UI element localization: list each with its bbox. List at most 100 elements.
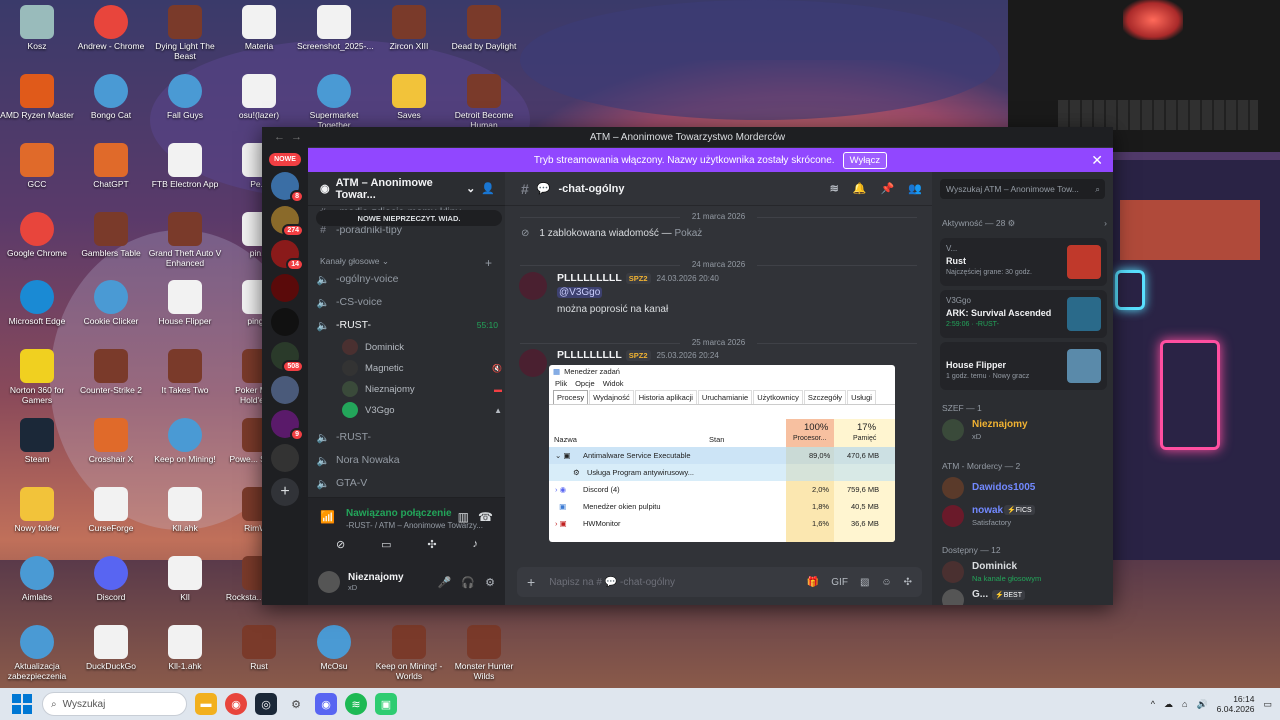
gif-icon[interactable]: GIF	[831, 577, 848, 588]
desktop-icon[interactable]: Cookie Clicker	[74, 280, 148, 327]
gear-icon[interactable]: ⚙	[485, 576, 495, 589]
desktop-icon[interactable]: Screenshot_2025-...	[297, 5, 374, 52]
desktop-icon[interactable]: Dead by Daylight	[447, 5, 521, 52]
desktop-icon[interactable]: Discord	[74, 556, 148, 603]
desktop-icon[interactable]: Crosshair X	[74, 418, 148, 465]
app-icon[interactable]: ▣	[375, 693, 397, 715]
desktop-icon[interactable]: Aktualizacja zabezpieczenia	[0, 625, 74, 682]
message-input[interactable]: + Napisz na # 💬 -chat-ogólny 🎁 GIF ▧ ☺ ✣	[517, 567, 922, 597]
screen-share-icon[interactable]: ▭	[381, 538, 391, 551]
voice-channel-active[interactable]: 🔈 -RUST- 55:10	[316, 315, 502, 335]
voice-channel[interactable]: 🔈 Nora Nowaka	[316, 450, 502, 470]
task-manager-screenshot[interactable]: ▦ Menedżer zadań Plik Opcje Widok Procesy Wy…	[549, 365, 895, 542]
avatar[interactable]	[519, 349, 547, 377]
voice-user[interactable]: V3Ggo ▲	[342, 400, 502, 420]
steam-icon[interactable]: ◎	[255, 693, 277, 715]
server-icon[interactable]: 274	[271, 206, 304, 237]
pin-icon[interactable]: 📌	[881, 182, 895, 195]
discord-window[interactable]: ←→ ATM – Anonimowe Towarzystwo Morderców…	[262, 127, 1113, 605]
search-input[interactable]: Wyszukaj ATM – Anonimowe Tow... ⌕	[940, 179, 1105, 199]
desktop-icon[interactable]: McOsu	[297, 625, 371, 672]
volume-icon[interactable]: 🔊	[1196, 699, 1207, 710]
member-item[interactable]: nowak ⚡FICS Satisfactory	[942, 502, 1107, 530]
headphones-icon[interactable]: 🎧	[461, 576, 475, 589]
desktop-icon[interactable]: Google Chrome	[0, 212, 74, 259]
sticker-icon[interactable]: ▧	[860, 577, 869, 588]
close-icon[interactable]: ✕	[1091, 152, 1103, 169]
desktop-icon[interactable]: ChatGPT	[74, 143, 148, 190]
desktop-icon[interactable]: Dying Light The Beast	[148, 5, 222, 62]
desktop-icon[interactable]: Keep on Mining!	[148, 418, 222, 465]
disable-streamer-mode-button[interactable]: Wyłącz	[842, 151, 888, 169]
unread-pill[interactable]: NOWE NIEPRZECZYT. WIAD.	[316, 210, 502, 226]
voice-channel[interactable]: 🔈 -RUST-	[316, 427, 502, 447]
desktop-icon[interactable]: Kll	[148, 556, 222, 603]
desktop-icon[interactable]: Detroit Become Human	[447, 74, 521, 131]
desktop-icon[interactable]: osu!(lazer)	[222, 74, 296, 121]
notification-icon[interactable]: ▭	[1263, 699, 1272, 710]
discord-icon[interactable]: ◉	[315, 693, 337, 715]
mention[interactable]: @V3Ggo	[557, 287, 603, 298]
desktop-icon[interactable]: Norton 360 for Gamers	[0, 349, 74, 406]
add-attachment-icon[interactable]: +	[527, 574, 535, 590]
desktop-icon[interactable]: GCC	[0, 143, 74, 190]
voice-category[interactable]: Kanały głosowe ⌄ +	[320, 256, 500, 270]
desktop-icon[interactable]: Materia	[222, 5, 296, 52]
server-icon[interactable]: 9	[271, 410, 304, 441]
desktop-icon[interactable]: Kll.ahk	[148, 487, 222, 534]
settings-icon[interactable]: ⚙	[285, 693, 307, 715]
avatar[interactable]	[519, 272, 547, 300]
voice-channel[interactable]: 🔈 -ogólny-voice	[316, 269, 502, 289]
member-item[interactable]: Nieznajomy xD	[942, 416, 1107, 444]
server-icon[interactable]: 14	[271, 240, 304, 271]
voice-user[interactable]: Nieznajomy ▬	[342, 379, 502, 399]
emoji-icon[interactable]: ☺	[881, 577, 891, 588]
activity-card[interactable]: V... Rust Najczęściej grane: 30 godz.	[940, 238, 1107, 286]
start-button[interactable]	[12, 694, 32, 714]
voice-user[interactable]: Magnetic 🔇	[342, 358, 502, 378]
chrome-icon[interactable]: ◉	[225, 693, 247, 715]
voice-user[interactable]: Dominick	[342, 337, 502, 357]
threads-icon[interactable]: ≋	[830, 182, 839, 195]
desktop-icon[interactable]: Monster Hunter Wilds	[447, 625, 521, 682]
desktop-icon[interactable]: Bongo Cat	[74, 74, 148, 121]
desktop-icon[interactable]: CurseForge	[74, 487, 148, 534]
desktop-icon[interactable]: Grand Theft Auto V Enhanced	[148, 212, 222, 269]
desktop-icon[interactable]: Supermarket Together	[297, 74, 371, 131]
members-icon[interactable]: 👥	[908, 182, 922, 195]
server-icon[interactable]	[271, 308, 299, 336]
bell-icon[interactable]: 🔔	[853, 182, 867, 195]
gift-icon[interactable]: 🎁	[807, 577, 819, 588]
voice-channel[interactable]: 🔈 -CS-voice	[316, 292, 502, 312]
message-author[interactable]: PLLLLLLLLL	[557, 349, 622, 361]
activity-card[interactable]: V3Ggo ARK: Survival Ascended 2:59:06 · -RU…	[940, 290, 1107, 338]
desktop-icon[interactable]: Microsoft Edge	[0, 280, 74, 327]
member-item[interactable]: G... ⚡BEST	[942, 586, 1107, 605]
desktop-icon[interactable]: Zircon XIII	[372, 5, 446, 52]
microphone-icon[interactable]: 🎤	[438, 576, 452, 589]
soundboard-icon[interactable]: ♪	[473, 538, 479, 551]
apps-icon[interactable]: ✣	[904, 577, 912, 588]
member-item[interactable]: Dawidos1005	[942, 474, 1107, 502]
desktop-icon[interactable]: Andrew - Chrome	[74, 5, 148, 52]
noise-icon[interactable]: ▥	[458, 510, 469, 524]
desktop-icon[interactable]: Aimlabs	[0, 556, 74, 603]
server-icon[interactable]	[271, 274, 299, 302]
show-link[interactable]: Pokaż	[674, 228, 702, 239]
desktop-icon[interactable]: Nowy folder	[0, 487, 74, 534]
cloud-icon[interactable]: ☁	[1164, 699, 1173, 710]
desktop-icon[interactable]: Fall Guys	[148, 74, 222, 121]
desktop-icon[interactable]: Rust	[222, 625, 296, 672]
add-server-icon[interactable]: +	[271, 478, 299, 506]
activity-header[interactable]: Aktywność — 28 ⚙ ›	[942, 218, 1107, 229]
avatar[interactable]	[318, 571, 340, 593]
activities-icon[interactable]: ✣	[427, 538, 436, 551]
chevron-up-icon[interactable]: ^	[1151, 699, 1155, 709]
desktop-icon[interactable]: Saves	[372, 74, 446, 121]
desktop-icon[interactable]: Kosz	[0, 5, 74, 52]
window-titlebar[interactable]: ←→ ATM – Anonimowe Towarzystwo Morderców…	[262, 127, 1113, 605]
desktop-icon[interactable]: FTB Electron App	[148, 143, 222, 190]
taskbar-search[interactable]: ⌕ Wyszukaj	[42, 692, 187, 716]
desktop-icon[interactable]: Keep on Mining! - Worlds	[372, 625, 446, 682]
desktop-icon[interactable]: DuckDuckGo	[74, 625, 148, 672]
